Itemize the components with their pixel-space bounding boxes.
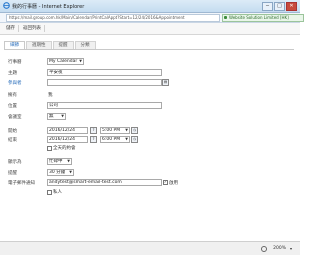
attendees-link[interactable]: 參與者	[8, 80, 22, 86]
enable-label: 啟用	[169, 181, 178, 186]
private-checkbox[interactable]	[47, 190, 52, 195]
lock-icon	[224, 16, 227, 19]
calendar-select[interactable]: My Calendar ▼	[47, 58, 84, 65]
window-title: 我的行事曆 - Internet Explorer	[12, 4, 85, 10]
address-bar: https://mail.group.com.hk/Main/Calendar/…	[0, 13, 304, 23]
end-time-value: 6:00 PM	[102, 137, 121, 142]
back-to-list-button[interactable]: 返回列表	[20, 25, 45, 32]
start-label: 開始	[8, 129, 17, 134]
start-date-input[interactable]: 2016/12/24	[47, 127, 88, 134]
clock-icon[interactable]: ◷	[131, 127, 138, 134]
chevron-down-icon: ▼	[69, 170, 72, 174]
tab-bar: 細節 週期性 提醒 分類	[4, 41, 294, 50]
url-field[interactable]: https://mail.group.com.hk/Main/Calendar/…	[6, 14, 220, 22]
internet-explorer-icon	[3, 2, 10, 9]
location-input[interactable]: 公司	[47, 102, 162, 109]
tab-category[interactable]: 分類	[74, 41, 96, 49]
address-book-icon[interactable]: ▤	[162, 79, 169, 86]
chevron-down-icon: ▼	[125, 128, 128, 132]
close-window-button[interactable]: ✕	[286, 2, 297, 11]
save-button[interactable]: 儲存	[3, 25, 19, 32]
subject-input[interactable]: 平安夜	[47, 69, 162, 76]
reminder-value: 30 分鐘	[49, 170, 66, 175]
email-notify-input[interactable]: andytest@smart-email-test.com	[47, 179, 162, 186]
subject-label: 主題	[8, 71, 17, 76]
tab-reminder[interactable]: 提醒	[52, 41, 74, 49]
chevron-down-icon: ▼	[79, 59, 82, 63]
end-date-input[interactable]: 2016/12/24	[47, 136, 88, 143]
certificate-badge[interactable]: Website Solution Limited [HK]	[222, 14, 304, 22]
chevron-down-icon[interactable]: ▾	[290, 246, 292, 251]
calendar-picker-icon[interactable]: ?	[90, 136, 97, 143]
end-time-select[interactable]: 6:00 PM ▼	[100, 136, 130, 143]
minimize-button[interactable]: ─	[262, 2, 273, 11]
start-time-value: 5:00 PM	[102, 128, 121, 133]
all-day-checkbox[interactable]	[47, 146, 52, 151]
show-as-value: 忙碌中	[49, 159, 63, 164]
calendar-label: 行事曆	[8, 60, 22, 65]
maximize-button[interactable]: □	[274, 2, 285, 11]
window-titlebar: 我的行事曆 - Internet Explorer ─ □ ✕	[0, 0, 300, 13]
chevron-down-icon: ▼	[61, 114, 64, 118]
clock-icon[interactable]: ◷	[131, 136, 138, 143]
all-day-label: 全天的約會	[53, 146, 76, 151]
end-label: 結束	[8, 138, 17, 143]
meeting-room-value: 無	[49, 114, 54, 119]
zoom-level[interactable]: 200%	[273, 246, 286, 251]
calendar-value: My Calendar	[49, 59, 78, 64]
show-as-label: 顯示為	[8, 160, 22, 165]
zoom-icon	[261, 246, 267, 252]
tab-details[interactable]: 細節	[4, 41, 25, 49]
chevron-down-icon: ▼	[125, 137, 128, 141]
meeting-room-label: 會議室	[8, 115, 22, 120]
appointment-form: 細節 週期性 提醒 分類 行事曆 My Calendar ▼ 主題 平安夜 參與…	[0, 35, 300, 240]
show-as-select[interactable]: 忙碌中 ▼	[47, 158, 72, 165]
status-bar: 200% ▾	[0, 241, 300, 255]
reminder-label: 提醒	[8, 171, 17, 176]
attendees-input[interactable]	[47, 79, 162, 86]
chevron-down-icon: ▼	[67, 159, 70, 163]
location-label: 位置	[8, 104, 17, 109]
calendar-picker-icon[interactable]: ?	[90, 127, 97, 134]
owner-value: 我	[48, 93, 53, 98]
enable-checkbox[interactable]: ✓	[163, 180, 168, 185]
email-notify-label: 電子郵件通知	[8, 181, 35, 186]
meeting-room-select[interactable]: 無 ▼	[47, 113, 66, 120]
reminder-select[interactable]: 30 分鐘 ▼	[47, 169, 74, 176]
owner-label: 擁有	[8, 93, 17, 98]
tab-recurrence[interactable]: 週期性	[26, 41, 52, 49]
start-time-select[interactable]: 5:00 PM ▼	[100, 127, 130, 134]
certificate-label: Website Solution Limited [HK]	[229, 15, 289, 20]
private-label: 私人	[53, 190, 62, 195]
app-toolbar: 儲存 返回列表	[0, 23, 300, 35]
